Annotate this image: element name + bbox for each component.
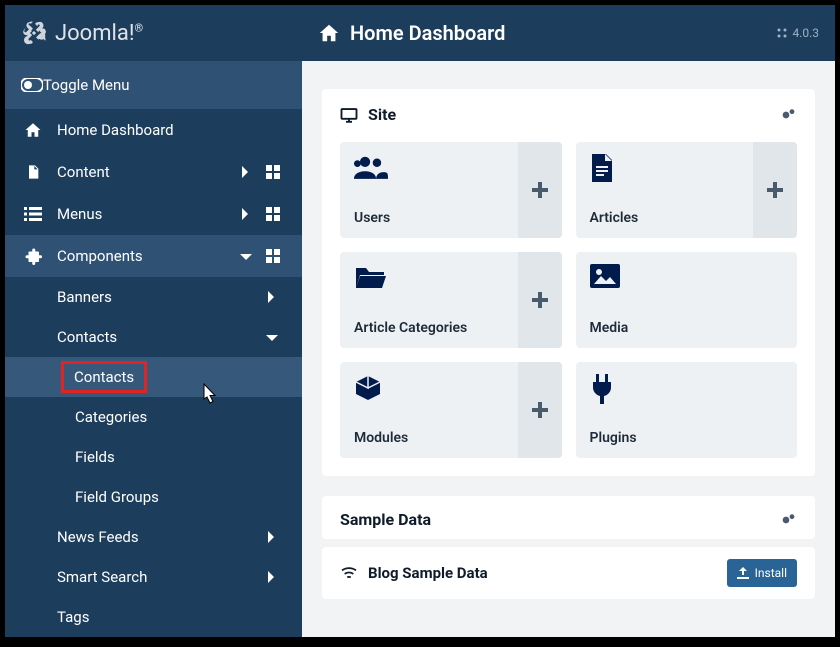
card-plugins[interactable]: Plugins — [576, 362, 798, 458]
toggle-icon — [21, 78, 43, 92]
sidebar-label-content: Content — [57, 163, 240, 181]
sidebar-sub2-label: Field Groups — [75, 488, 159, 506]
grid-icon[interactable] — [266, 207, 286, 221]
gear-icon[interactable] — [779, 107, 797, 123]
desktop-icon — [340, 107, 358, 123]
card-label: Article Categories — [354, 320, 504, 336]
sidebar-sub2-categories[interactable]: Categories — [5, 397, 302, 437]
sidebar-item-components[interactable]: Components — [5, 235, 302, 277]
card-label: Media — [590, 320, 784, 336]
add-button[interactable] — [518, 142, 562, 238]
add-button[interactable] — [518, 362, 562, 458]
chevron-right-icon — [266, 571, 286, 583]
joomla-logo-icon — [21, 20, 47, 46]
site-panel: Site Users Articles — [322, 89, 815, 476]
list-icon — [21, 207, 45, 221]
sidebar-sub-label: Tags — [57, 608, 286, 626]
wifi-icon — [340, 566, 358, 580]
card-users[interactable]: Users — [340, 142, 562, 238]
install-label: Install — [755, 566, 787, 580]
panel-title: Sample Data — [340, 510, 779, 529]
content: Site Users Articles — [302, 61, 835, 637]
add-button[interactable] — [753, 142, 797, 238]
card-label: Articles — [590, 210, 740, 226]
plug-icon — [590, 374, 784, 404]
sidebar-sub2-label: Categories — [75, 408, 147, 426]
add-button[interactable] — [518, 252, 562, 348]
chevron-down-icon — [266, 333, 286, 341]
panel-title: Site — [368, 105, 779, 124]
chevron-right-icon — [240, 166, 260, 178]
sidebar-sub-label: News Feeds — [57, 528, 266, 546]
page-title: Home Dashboard — [350, 21, 776, 45]
toggle-label: Toggle Menu — [43, 76, 130, 94]
sidebar-sub2-fields[interactable]: Fields — [5, 437, 302, 477]
joomla-small-icon — [776, 27, 788, 39]
sidebar-sub-tags[interactable]: Tags — [5, 597, 302, 637]
blog-sample-data-row: Blog Sample Data Install — [322, 547, 815, 599]
sidebar: Joomla!® Toggle Menu Home Dashboard Cont… — [5, 5, 302, 637]
folder-open-icon — [354, 264, 504, 290]
chevron-right-icon — [266, 531, 286, 543]
sidebar-label-components: Components — [57, 247, 240, 265]
sidebar-sub2-label: Contacts — [74, 368, 134, 386]
cube-icon — [354, 374, 504, 402]
version-badge[interactable]: 4.0.3 — [776, 26, 819, 40]
highlight-box: Contacts — [61, 361, 147, 393]
grid-icon[interactable] — [266, 165, 286, 179]
sidebar-sub2-label: Fields — [75, 448, 115, 466]
card-modules[interactable]: Modules — [340, 362, 562, 458]
card-media[interactable]: Media — [576, 252, 798, 348]
version-text: 4.0.3 — [792, 26, 819, 40]
chevron-right-icon — [266, 291, 286, 303]
sidebar-sub-label: Contacts — [57, 328, 266, 346]
sidebar-item-content[interactable]: Content — [5, 151, 302, 193]
file-text-icon — [590, 154, 740, 182]
sidebar-label-home: Home Dashboard — [57, 121, 286, 139]
card-label: Plugins — [590, 430, 784, 446]
sidebar-item-home[interactable]: Home Dashboard — [5, 109, 302, 151]
sidebar-sub2-field-groups[interactable]: Field Groups — [5, 477, 302, 517]
card-label: Modules — [354, 430, 504, 446]
file-icon — [21, 163, 45, 181]
chevron-right-icon — [240, 208, 260, 220]
brand-text: Joomla!® — [55, 21, 143, 46]
blog-sample-label: Blog Sample Data — [368, 564, 727, 582]
main: Home Dashboard 4.0.3 Site Users — [302, 5, 835, 637]
gear-icon[interactable] — [779, 512, 797, 528]
sidebar-sub-label: Smart Search — [57, 568, 266, 586]
image-icon — [590, 264, 784, 288]
users-icon — [354, 154, 504, 180]
card-articles[interactable]: Articles — [576, 142, 798, 238]
card-article-categories[interactable]: Article Categories — [340, 252, 562, 348]
sidebar-item-menus[interactable]: Menus — [5, 193, 302, 235]
puzzle-icon — [21, 247, 45, 265]
brand[interactable]: Joomla!® — [5, 5, 302, 61]
topbar: Home Dashboard 4.0.3 — [302, 5, 835, 61]
sidebar-sub-banners[interactable]: Banners — [5, 277, 302, 317]
grid-icon[interactable] — [266, 249, 286, 263]
toggle-menu[interactable]: Toggle Menu — [5, 61, 302, 109]
chevron-down-icon — [240, 252, 260, 260]
sidebar-sub-smart-search[interactable]: Smart Search — [5, 557, 302, 597]
sample-data-panel: Sample Data — [322, 496, 815, 539]
sidebar-label-menus: Menus — [57, 205, 240, 223]
home-icon — [318, 22, 340, 44]
home-icon — [21, 121, 45, 139]
card-label: Users — [354, 210, 504, 226]
sidebar-sub-news-feeds[interactable]: News Feeds — [5, 517, 302, 557]
sidebar-sub2-contacts[interactable]: Contacts — [5, 357, 302, 397]
install-button[interactable]: Install — [727, 559, 797, 587]
sidebar-sub-contacts[interactable]: Contacts — [5, 317, 302, 357]
sidebar-sub-label: Banners — [57, 288, 266, 306]
upload-icon — [737, 567, 749, 579]
